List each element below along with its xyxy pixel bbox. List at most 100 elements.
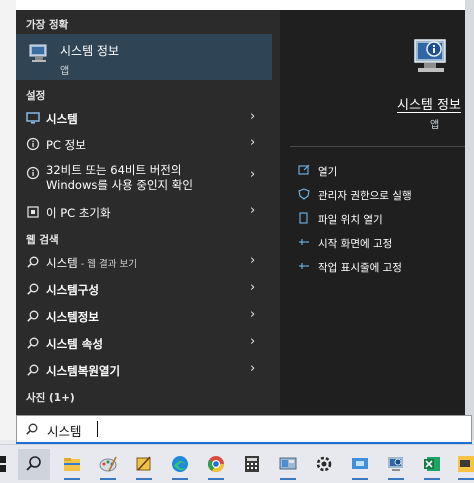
web-item-label: 시스템 속성: [46, 337, 103, 351]
system-info-icon: [29, 44, 47, 62]
search-box[interactable]: 시스템: [16, 415, 472, 443]
running-indicator: [208, 478, 224, 480]
running-indicator: [424, 478, 440, 480]
settings-item-label: 시스템: [46, 112, 78, 126]
web-item-4[interactable]: 시스템 속성 ›: [16, 331, 272, 355]
pin-icon: [299, 239, 309, 245]
label-line-2: Windows를 사용 중인지 확인: [46, 178, 193, 192]
taskbar-calculator[interactable]: [236, 449, 268, 480]
desktop: 가장 정확 시스템 정보 앱 설정 시스템 › PC 정보 › 32비트 또는 …: [0, 0, 474, 483]
windows-icon: [0, 456, 6, 472]
reset-icon: [27, 206, 39, 218]
app-subtitle: 앱: [430, 120, 440, 131]
search-icon: [27, 310, 39, 322]
taskbar: [0, 444, 474, 483]
search-icon: [26, 456, 41, 471]
action-label: 시작 화면에 고정: [318, 238, 393, 250]
file-explorer-icon: [64, 458, 80, 471]
top-strip: [0, 0, 474, 10]
web-item-label: 시스템구성: [46, 283, 99, 297]
search-icon: [27, 256, 39, 268]
sticky-notes-icon: [458, 456, 474, 472]
best-match-title: 시스템 정보: [60, 44, 120, 58]
settings-item-reset[interactable]: 이 PC 초기화 ›: [16, 200, 272, 224]
excel-icon: [424, 457, 440, 471]
web-item-3[interactable]: 시스템정보 ›: [16, 304, 272, 328]
shield-icon: [298, 188, 310, 200]
settings-item-bitness[interactable]: 32비트 또는 64비트 버전의 Windows를 사용 중인지 확인 ›: [16, 158, 272, 196]
calculator-icon: [245, 456, 259, 472]
pin-icon: [299, 263, 309, 269]
snipping-tool-icon: [136, 456, 151, 471]
panel-gap: [272, 10, 280, 415]
running-indicator: [458, 478, 474, 480]
search-icon: [27, 364, 39, 376]
settings-item-pc-info[interactable]: PC 정보 ›: [16, 132, 272, 156]
web-item-label: 시스템 - 웹 결과 보기: [46, 256, 137, 270]
taskbar-edge[interactable]: [164, 449, 196, 480]
divider: [290, 146, 465, 147]
remote-desktop-icon: [352, 458, 368, 469]
left-edge: [0, 0, 16, 440]
app-details-panel: 시스템 정보 앱 열기 관리자 권한으로 실행 파일 위치 열기 시작 화면에 …: [272, 10, 465, 415]
settings-header: 설정: [26, 90, 46, 102]
search-input[interactable]: 시스템: [47, 421, 82, 440]
taskbar-sticky-notes[interactable]: [450, 449, 474, 480]
control-panel-icon: [279, 457, 297, 470]
system-info-icon: [414, 39, 446, 72]
taskbar-control-panel[interactable]: [272, 449, 304, 480]
running-indicator: [352, 478, 368, 480]
chevron-right-icon: ›: [250, 253, 256, 268]
search-icon: [27, 337, 39, 349]
action-label: 작업 표시줄에 고정: [318, 262, 402, 274]
chevron-right-icon: ›: [250, 167, 256, 182]
app-title: 시스템 정보: [397, 98, 461, 113]
chrome-icon: [207, 456, 225, 473]
photos-header[interactable]: 사진 (1+): [26, 390, 75, 405]
web-item-2[interactable]: 시스템구성 ›: [16, 277, 272, 301]
info-icon: [26, 137, 40, 151]
taskbar-paint[interactable]: [92, 449, 124, 480]
action-label: 열기: [318, 166, 338, 178]
right-edge: [465, 0, 474, 440]
text-caret: [97, 421, 98, 437]
search-results-panel: 가장 정확 시스템 정보 앱 설정 시스템 › PC 정보 › 32비트 또는 …: [16, 10, 272, 415]
display-icon: [26, 112, 40, 124]
settings-item-label: 이 PC 초기화: [46, 206, 111, 220]
label-line-1: 32비트 또는 64비트 버전의: [46, 163, 182, 177]
chevron-right-icon: ›: [250, 203, 256, 218]
running-indicator: [100, 478, 116, 480]
taskbar-system-info[interactable]: [380, 449, 412, 480]
taskbar-remote-desktop[interactable]: [344, 449, 376, 480]
system-info-icon: [388, 457, 403, 471]
settings-item-label: PC 정보: [46, 138, 86, 152]
taskbar-chrome[interactable]: [200, 449, 232, 480]
running-indicator: [64, 478, 80, 480]
web-item-5[interactable]: 시스템복원열기 ›: [16, 358, 272, 382]
search-icon: [26, 423, 38, 435]
web-item-1[interactable]: 시스템 - 웹 결과 보기 ›: [16, 250, 272, 274]
running-indicator: [280, 478, 296, 480]
taskbar-excel[interactable]: [416, 449, 448, 480]
web-search-header: 웹 검색: [26, 234, 59, 246]
chevron-right-icon: ›: [250, 361, 256, 376]
best-match-header: 가장 정확: [26, 19, 69, 31]
taskbar-settings[interactable]: [308, 449, 340, 480]
paint-icon: [99, 456, 117, 472]
running-indicator: [388, 478, 404, 480]
running-indicator: [136, 478, 152, 480]
start-button[interactable]: [0, 449, 14, 480]
taskbar-snipping-tool[interactable]: [128, 449, 160, 480]
open-icon: [298, 164, 310, 175]
info-icon: [26, 166, 40, 180]
chevron-right-icon: ›: [250, 135, 256, 150]
settings-item-system[interactable]: 시스템 ›: [16, 106, 272, 130]
taskbar-file-explorer[interactable]: [56, 449, 88, 480]
chevron-right-icon: ›: [250, 280, 256, 295]
best-match-item[interactable]: 시스템 정보 앱: [16, 34, 272, 80]
chevron-right-icon: ›: [250, 109, 256, 124]
action-label: 관리자 권한으로 실행: [318, 190, 412, 202]
taskbar-search-button[interactable]: [18, 449, 50, 480]
search-icon: [27, 283, 39, 295]
chevron-right-icon: ›: [250, 334, 256, 349]
